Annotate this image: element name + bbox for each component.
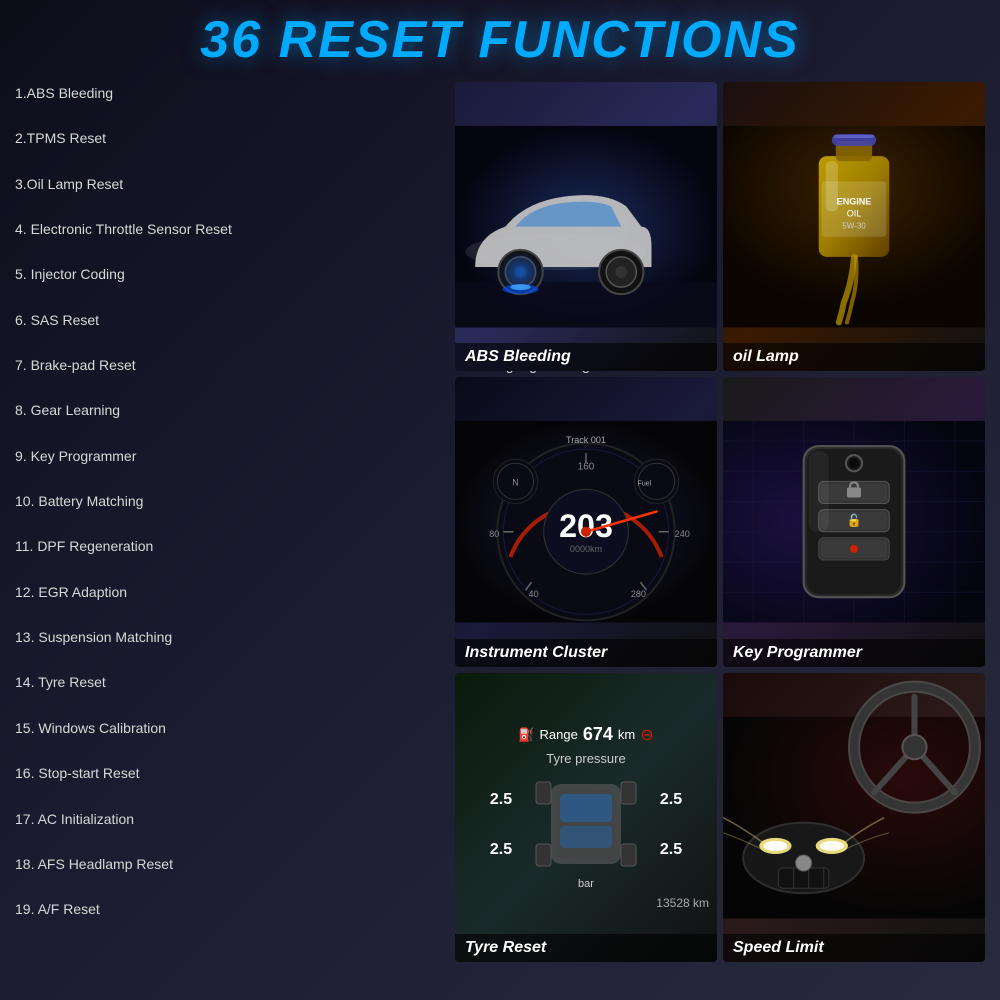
fuel-icon: ⛽ [518,727,534,743]
speed-bg [723,673,985,962]
abs-label: ABS Bleeding [455,343,717,371]
svg-text:280: 280 [631,590,646,600]
svg-text:Track 001: Track 001 [566,435,606,445]
svg-text:ENGINE: ENGINE [837,196,872,206]
grid-cell-tyre: ⛽ Range 674 km ⊖ Tyre pressure 2.5 2.5 [455,673,717,962]
oil-label: oil Lamp [723,343,985,371]
function-item: 12. EGR Adaption [15,581,445,604]
svg-text:N: N [512,478,519,488]
page-title: 36 RESET FUNCTIONS [15,10,985,70]
grid-cell-oil: ENGINE OIL 5W-30 oil Lamp [723,82,985,371]
speed-label: Speed Limit [723,934,985,962]
range-value: 674 [583,724,613,745]
function-item: 2.TPMS Reset [15,127,445,150]
svg-text:2.5: 2.5 [660,841,682,858]
instrument-bg: 160 120 80 200 240 40 280 203 0000km [455,377,717,666]
svg-text:0000km: 0000km [570,544,602,554]
content-area: 1.ABS Bleeding 2.TPMS Reset 3.Oil Lamp Res… [15,82,985,962]
svg-text:2.5: 2.5 [490,791,512,808]
grid-cell-instrument: 160 120 80 200 240 40 280 203 0000km [455,377,717,666]
function-item: 16. Stop-start Reset [15,762,445,785]
key-bg: 🔓 [723,377,985,666]
abs-bg [455,82,717,371]
function-item: 1.ABS Bleeding [15,82,445,105]
function-item: 6. SAS Reset [15,309,445,332]
range-unit: km [618,727,635,742]
function-item: 13. Suspension Matching [15,626,445,649]
tpms-display: ⛽ Range 674 km ⊖ Tyre pressure 2.5 2.5 [455,673,717,962]
functions-list: 1.ABS Bleeding 2.TPMS Reset 3.Oil Lamp Res… [15,82,445,962]
function-item: 7. Brake-pad Reset [15,354,445,377]
svg-text:80: 80 [489,529,499,539]
tyre-bg: ⛽ Range 674 km ⊖ Tyre pressure 2.5 2.5 [455,673,717,962]
mileage: 13528 km [656,896,709,910]
oil-bg: ENGINE OIL 5W-30 [723,82,985,371]
grid-area: ABS Bleeding [455,82,985,962]
function-item: 9. Key Programmer [15,445,445,468]
key-label: Key Programmer [723,639,985,667]
instrument-label: Instrument Cluster [455,639,717,667]
tyre-label: Tyre Reset [455,934,717,962]
function-item: 10. Battery Matching [15,490,445,513]
function-item: 17. AC Initialization [15,808,445,831]
warning-icon: ⊖ [640,725,653,745]
function-item: 3.Oil Lamp Reset [15,173,445,196]
svg-text:2.5: 2.5 [660,791,682,808]
bar-label: bar [578,878,594,890]
svg-text:Fuel: Fuel [638,481,652,488]
function-item: 5. Injector Coding [15,263,445,286]
tpms-range: ⛽ Range 674 km ⊖ [518,724,653,745]
svg-text:240: 240 [675,529,690,539]
grid-cell-speed: Speed Limit [723,673,985,962]
function-item: 14. Tyre Reset [15,671,445,694]
svg-text:160: 160 [578,462,595,473]
function-item: 4. Electronic Throttle Sensor Reset [15,218,445,241]
main-container: 36 RESET FUNCTIONS 1.ABS Bleeding 2.TPMS … [0,0,1000,1000]
function-item: 8. Gear Learning [15,399,445,422]
range-label: Range [540,727,578,742]
svg-text:2.5: 2.5 [490,841,512,858]
svg-text:OIL: OIL [847,209,862,219]
svg-text:40: 40 [529,590,539,600]
grid-cell-abs: ABS Bleeding [455,82,717,371]
svg-text:🔓: 🔓 [846,514,861,528]
function-item: 18. AFS Headlamp Reset [15,853,445,876]
tyre-pressure-label: Tyre pressure [546,751,625,766]
function-item: 15. Windows Calibration [15,717,445,740]
function-item: 11. DPF Regeneration [15,535,445,558]
function-item: 19. A/F Reset [15,898,445,921]
grid-cell-key: 🔓 Key Programmer [723,377,985,666]
svg-text:5W-30: 5W-30 [842,222,866,231]
